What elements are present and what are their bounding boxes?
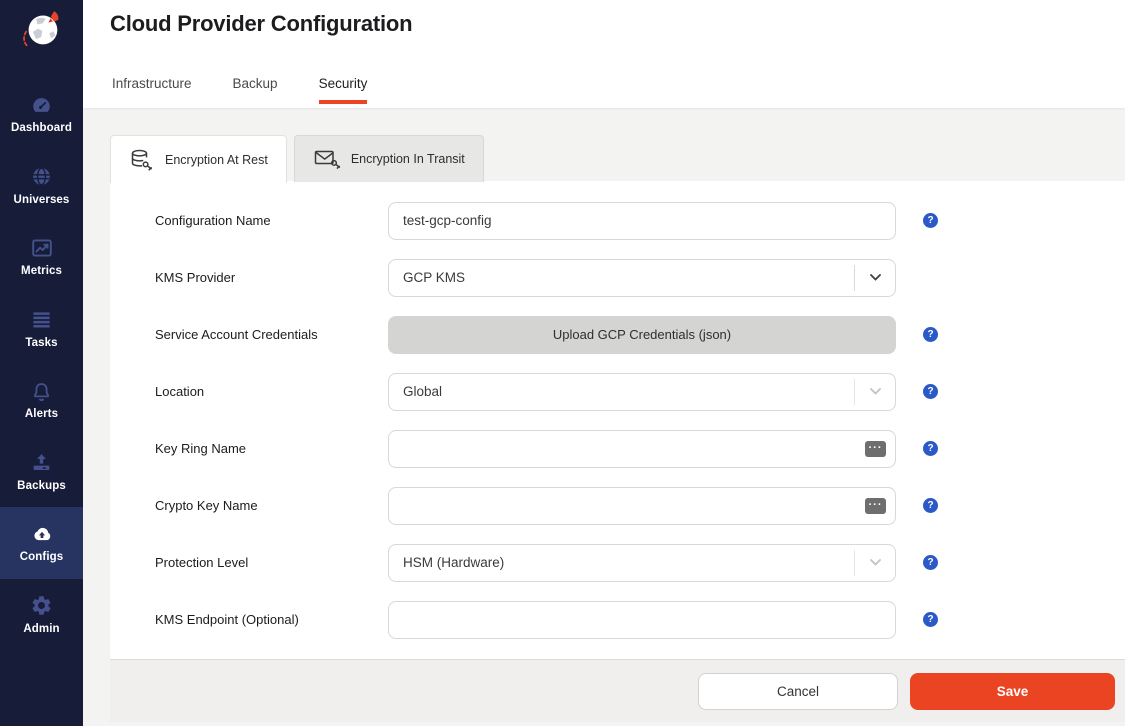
bell-icon — [30, 379, 53, 403]
location-select[interactable]: Global — [388, 373, 896, 411]
yugabyte-planet-rocket-logo — [15, 5, 69, 53]
sidebar-item-label: Metrics — [21, 265, 62, 277]
encryption-at-rest-panel: Configuration Name?KMS ProviderGCP KMSSe… — [110, 181, 1125, 659]
field-control: Global — [388, 373, 896, 411]
sidebar-item-configs[interactable]: Configs — [0, 507, 83, 579]
field-control: HSM (Hardware) — [388, 544, 896, 582]
sidebar-item-alerts[interactable]: Alerts — [0, 364, 83, 436]
sidebar-item-label: Configs — [20, 551, 64, 563]
form-row-key-ring-name: Key Ring Name ···? — [155, 420, 1125, 477]
sidebar-item-label: Backups — [17, 480, 66, 492]
form-row-crypto-key-name: Crypto Key Name ···? — [155, 477, 1125, 534]
form-row-kms-endpoint-optional: KMS Endpoint (Optional)? — [155, 591, 1125, 648]
field-label: KMS Endpoint (Optional) — [155, 612, 388, 627]
sidebar-item-universes[interactable]: Universes — [0, 150, 83, 222]
help-icon[interactable]: ? — [923, 555, 938, 570]
database-key-icon — [129, 148, 156, 172]
top-tabs: Infrastructure Backup Security — [112, 76, 367, 104]
field-control: ··· — [388, 487, 896, 525]
field-control: ··· — [388, 430, 896, 468]
help-icon[interactable]: ? — [923, 498, 938, 513]
form-row-location: LocationGlobal? — [155, 363, 1125, 420]
chevron-down-icon[interactable] — [855, 274, 895, 281]
cancel-button[interactable]: Cancel — [698, 673, 898, 710]
encryption-subtabs: Encryption At Rest Encryption In Transit — [110, 135, 484, 183]
sidebar-item-backups[interactable]: Backups — [0, 436, 83, 508]
sidebar-nav: Dashboard Universes Metrics Tasks Alerts Back… — [0, 78, 83, 650]
subtab-encryption-in-transit[interactable]: Encryption In Transit — [294, 135, 484, 182]
field-control: Upload GCP Credentials (json) — [388, 316, 896, 354]
cloud-upload-icon — [29, 522, 55, 546]
form-row-protection-level: Protection LevelHSM (Hardware)? — [155, 534, 1125, 591]
envelope-key-icon — [313, 147, 342, 171]
select-value: GCP KMS — [389, 270, 854, 285]
help-icon[interactable]: ? — [923, 612, 938, 627]
field-label: Crypto Key Name — [155, 498, 388, 513]
sidebar-item-label: Tasks — [25, 337, 57, 349]
form-row-kms-provider: KMS ProviderGCP KMS — [155, 249, 1125, 306]
sidebar-item-label: Admin — [23, 623, 59, 635]
subtab-label: Encryption In Transit — [351, 152, 465, 166]
configuration-name-input[interactable] — [388, 202, 896, 240]
field-label: KMS Provider — [155, 270, 388, 285]
field-control: GCP KMS — [388, 259, 896, 297]
field-label: Location — [155, 384, 388, 399]
kms-config-form: Configuration Name?KMS ProviderGCP KMSSe… — [110, 181, 1125, 648]
tab-infrastructure[interactable]: Infrastructure — [112, 76, 192, 104]
help-icon[interactable]: ? — [923, 327, 938, 342]
upload-icon — [30, 451, 53, 475]
form-footer: Cancel Save — [110, 659, 1125, 722]
page-title: Cloud Provider Configuration — [110, 11, 412, 37]
upload-gcp-credentials-button[interactable]: Upload GCP Credentials (json) — [388, 316, 896, 354]
gear-icon — [30, 594, 53, 618]
sidebar-item-admin[interactable]: Admin — [0, 579, 83, 651]
sidebar-item-dashboard[interactable]: Dashboard — [0, 78, 83, 150]
sidebar-item-label: Universes — [14, 194, 70, 206]
globe-icon — [30, 165, 53, 189]
key-ring-name-input[interactable] — [388, 430, 896, 468]
sidebar-item-tasks[interactable]: Tasks — [0, 293, 83, 365]
main-content: Cloud Provider Configuration Infrastruct… — [83, 0, 1125, 726]
form-row-service-account-credentials: Service Account CredentialsUpload GCP Cr… — [155, 306, 1125, 363]
autofill-dots-icon[interactable]: ··· — [865, 441, 886, 457]
app-logo[interactable] — [0, 0, 83, 64]
page-header: Cloud Provider Configuration Infrastruct… — [83, 0, 1125, 108]
sidebar-item-metrics[interactable]: Metrics — [0, 221, 83, 293]
subtab-label: Encryption At Rest — [165, 153, 268, 167]
crypto-key-name-input[interactable] — [388, 487, 896, 525]
subtab-encryption-at-rest[interactable]: Encryption At Rest — [110, 135, 287, 183]
field-label: Protection Level — [155, 555, 388, 570]
list-icon — [30, 308, 53, 332]
kms-provider-select[interactable]: GCP KMS — [388, 259, 896, 297]
help-icon[interactable]: ? — [923, 213, 938, 228]
field-label: Service Account Credentials — [155, 327, 388, 342]
tab-security[interactable]: Security — [319, 76, 368, 104]
select-value: Global — [389, 384, 854, 399]
sidebar: Dashboard Universes Metrics Tasks Alerts Back… — [0, 0, 83, 726]
sidebar-item-label: Dashboard — [11, 122, 72, 134]
field-control — [388, 202, 896, 240]
select-value: HSM (Hardware) — [389, 555, 854, 570]
protection-level-select[interactable]: HSM (Hardware) — [388, 544, 896, 582]
gauge-icon — [29, 93, 54, 117]
chevron-down-icon[interactable] — [855, 388, 895, 395]
chevron-down-icon[interactable] — [855, 559, 895, 566]
field-label: Key Ring Name — [155, 441, 388, 456]
kms-endpoint-optional-input[interactable] — [388, 601, 896, 639]
help-icon[interactable]: ? — [923, 384, 938, 399]
sidebar-item-label: Alerts — [25, 408, 58, 420]
autofill-dots-icon[interactable]: ··· — [865, 498, 886, 514]
save-button[interactable]: Save — [910, 673, 1115, 710]
tab-backup[interactable]: Backup — [233, 76, 278, 104]
form-row-configuration-name: Configuration Name? — [155, 192, 1125, 249]
field-control — [388, 601, 896, 639]
chart-icon — [30, 236, 54, 260]
field-label: Configuration Name — [155, 213, 388, 228]
help-icon[interactable]: ? — [923, 441, 938, 456]
